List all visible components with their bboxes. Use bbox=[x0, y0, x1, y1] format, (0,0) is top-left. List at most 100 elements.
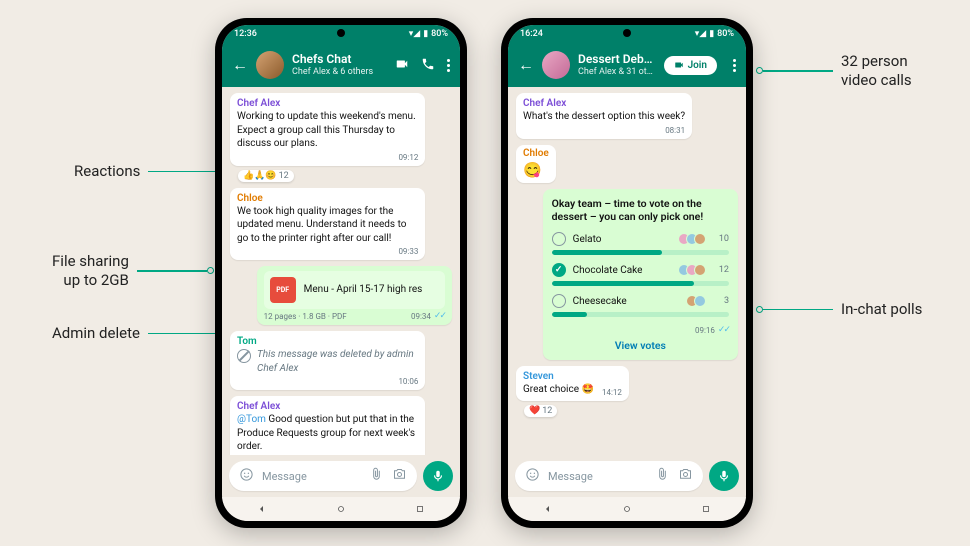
callout-label: File sharing up to 2GB bbox=[52, 252, 129, 290]
message-file-outgoing[interactable]: PDF Menu - April 15-17 high res 12 pages… bbox=[257, 266, 452, 325]
message-input[interactable]: Message bbox=[515, 461, 703, 491]
android-navbar bbox=[508, 497, 746, 521]
back-arrow-icon[interactable]: ← bbox=[232, 55, 248, 75]
message-incoming[interactable]: Chef Alex @Tom Good question but put tha… bbox=[230, 396, 425, 455]
chat-body[interactable]: Chef Alex What's the dessert option this… bbox=[508, 87, 746, 455]
battery-pct: 80% bbox=[717, 29, 734, 39]
header-text[interactable]: Chefs Chat Chef Alex & 6 others bbox=[292, 53, 387, 77]
reaction-count: 12 bbox=[279, 171, 289, 181]
chat-title: Chefs Chat bbox=[292, 53, 387, 67]
mic-button[interactable] bbox=[709, 461, 739, 491]
reaction-pill[interactable]: ❤️ 12 bbox=[524, 405, 557, 417]
message-text: @Tom Good question but put that in the P… bbox=[237, 413, 418, 454]
back-arrow-icon[interactable]: ← bbox=[518, 55, 534, 75]
read-ticks-icon: ✓✓ bbox=[718, 325, 729, 335]
emoji-icon[interactable] bbox=[239, 467, 254, 486]
group-avatar[interactable] bbox=[542, 51, 570, 79]
camera-icon[interactable] bbox=[678, 467, 693, 486]
battery-icon: ▮ bbox=[709, 29, 714, 39]
message-incoming[interactable]: Chef Alex What's the dessert option this… bbox=[516, 93, 692, 139]
message-incoming[interactable]: Chef Alex Working to update this weekend… bbox=[230, 93, 425, 166]
chat-header[interactable]: ← Chefs Chat Chef Alex & 6 others bbox=[222, 43, 460, 87]
message-time: 14:12 bbox=[602, 388, 622, 397]
reaction-emojis: 👍🙏😊 bbox=[243, 171, 277, 181]
vote-count: 10 bbox=[717, 234, 729, 244]
poll-bar-fill bbox=[552, 250, 662, 255]
attach-icon[interactable] bbox=[655, 467, 670, 486]
chat-subtitle: Chef Alex & 6 others bbox=[292, 67, 387, 77]
android-navbar bbox=[222, 497, 460, 521]
view-votes-button[interactable]: View votes bbox=[552, 339, 729, 352]
emoji-icon[interactable] bbox=[525, 467, 540, 486]
battery-icon: ▮ bbox=[423, 29, 428, 39]
message-time: 09:34✓✓ bbox=[411, 311, 445, 321]
camera-notch bbox=[337, 29, 345, 37]
nav-recent-icon[interactable] bbox=[414, 503, 426, 515]
chat-body[interactable]: Chef Alex Working to update this weekend… bbox=[222, 87, 460, 455]
voice-call-icon[interactable] bbox=[421, 56, 435, 75]
poll-question: Okay team – time to vote on the dessert … bbox=[552, 197, 729, 224]
poll-bar-fill bbox=[552, 312, 587, 317]
battery-pct: 80% bbox=[431, 29, 448, 39]
wifi-icon: ▾◢ bbox=[695, 29, 706, 39]
message-deleted[interactable]: Tom This message was deleted by admin Ch… bbox=[230, 331, 425, 390]
more-options-icon[interactable] bbox=[733, 59, 736, 72]
header-text[interactable]: Dessert Debate Chef Alex & 31 others bbox=[578, 53, 656, 77]
reaction-pill[interactable]: 👍🙏😊 12 bbox=[238, 170, 294, 182]
sender-name: Chloe bbox=[523, 148, 549, 159]
file-meta: 12 pages · 1.8 GB · PDF bbox=[264, 312, 347, 321]
video-call-icon[interactable] bbox=[395, 56, 409, 75]
wifi-icon: ▾◢ bbox=[409, 29, 420, 39]
radio-checked-icon[interactable] bbox=[552, 263, 566, 277]
emoji-body: 😋 bbox=[523, 160, 549, 180]
join-button[interactable]: Join bbox=[664, 56, 717, 75]
status-time: 16:24 bbox=[520, 29, 543, 39]
deleted-text: This message was deleted by admin Chef A… bbox=[257, 348, 418, 375]
callout-admin-delete: Admin delete bbox=[52, 324, 225, 343]
input-placeholder: Message bbox=[548, 470, 647, 483]
chat-header[interactable]: ← Dessert Debate Chef Alex & 31 others J… bbox=[508, 43, 746, 87]
attach-icon[interactable] bbox=[369, 467, 384, 486]
input-placeholder: Message bbox=[262, 470, 361, 483]
camera-notch bbox=[623, 29, 631, 37]
mic-button[interactable] bbox=[423, 461, 453, 491]
nav-recent-icon[interactable] bbox=[700, 503, 712, 515]
message-time: 09:16✓✓ bbox=[552, 325, 729, 335]
nav-back-icon[interactable] bbox=[256, 503, 268, 515]
message-text: What's the dessert option this week? bbox=[523, 110, 685, 124]
callout-video-calls: 32 person video calls bbox=[756, 52, 912, 90]
reaction-emojis: ❤️ bbox=[529, 406, 540, 416]
video-icon bbox=[674, 60, 684, 70]
group-avatar[interactable] bbox=[256, 51, 284, 79]
message-incoming[interactable]: Chloe We took high quality images for th… bbox=[230, 188, 425, 261]
radio-icon[interactable] bbox=[552, 232, 566, 246]
voter-avatars bbox=[682, 264, 706, 276]
phone-dessert-debate: 16:24 ▾◢ ▮ 80% ← Dessert Debate Chef Ale… bbox=[501, 18, 753, 528]
poll-option-label: Cheesecake bbox=[573, 296, 683, 307]
message-time: 09:33 bbox=[237, 247, 418, 256]
poll-message[interactable]: Okay team – time to vote on the dessert … bbox=[543, 189, 738, 360]
poll-option-label: Gelato bbox=[573, 234, 675, 245]
callout-label: Reactions bbox=[74, 162, 140, 181]
poll-option[interactable]: Gelato 10 bbox=[552, 232, 729, 255]
poll-option[interactable]: Chocolate Cake 12 bbox=[552, 263, 729, 286]
deleted-icon bbox=[237, 349, 251, 363]
sender-name: Chef Alex bbox=[237, 98, 418, 109]
callout-label: Admin delete bbox=[52, 324, 140, 343]
nav-home-icon[interactable] bbox=[621, 503, 633, 515]
mention: @Tom bbox=[237, 414, 266, 425]
radio-icon[interactable] bbox=[552, 294, 566, 308]
vote-count: 12 bbox=[717, 265, 729, 275]
message-input[interactable]: Message bbox=[229, 461, 417, 491]
pdf-icon: PDF bbox=[270, 277, 296, 303]
more-options-icon[interactable] bbox=[447, 59, 450, 72]
nav-home-icon[interactable] bbox=[335, 503, 347, 515]
message-text: We took high quality images for the upda… bbox=[237, 205, 418, 246]
voter-avatars bbox=[690, 295, 706, 307]
message-incoming[interactable]: Steven Great choice 🤩 14:12 bbox=[516, 366, 629, 401]
camera-icon[interactable] bbox=[392, 467, 407, 486]
poll-option[interactable]: Cheesecake 3 bbox=[552, 294, 729, 317]
nav-back-icon[interactable] bbox=[542, 503, 554, 515]
message-time: 10:06 bbox=[237, 377, 418, 386]
message-emoji[interactable]: Chloe 😋 bbox=[516, 145, 556, 183]
